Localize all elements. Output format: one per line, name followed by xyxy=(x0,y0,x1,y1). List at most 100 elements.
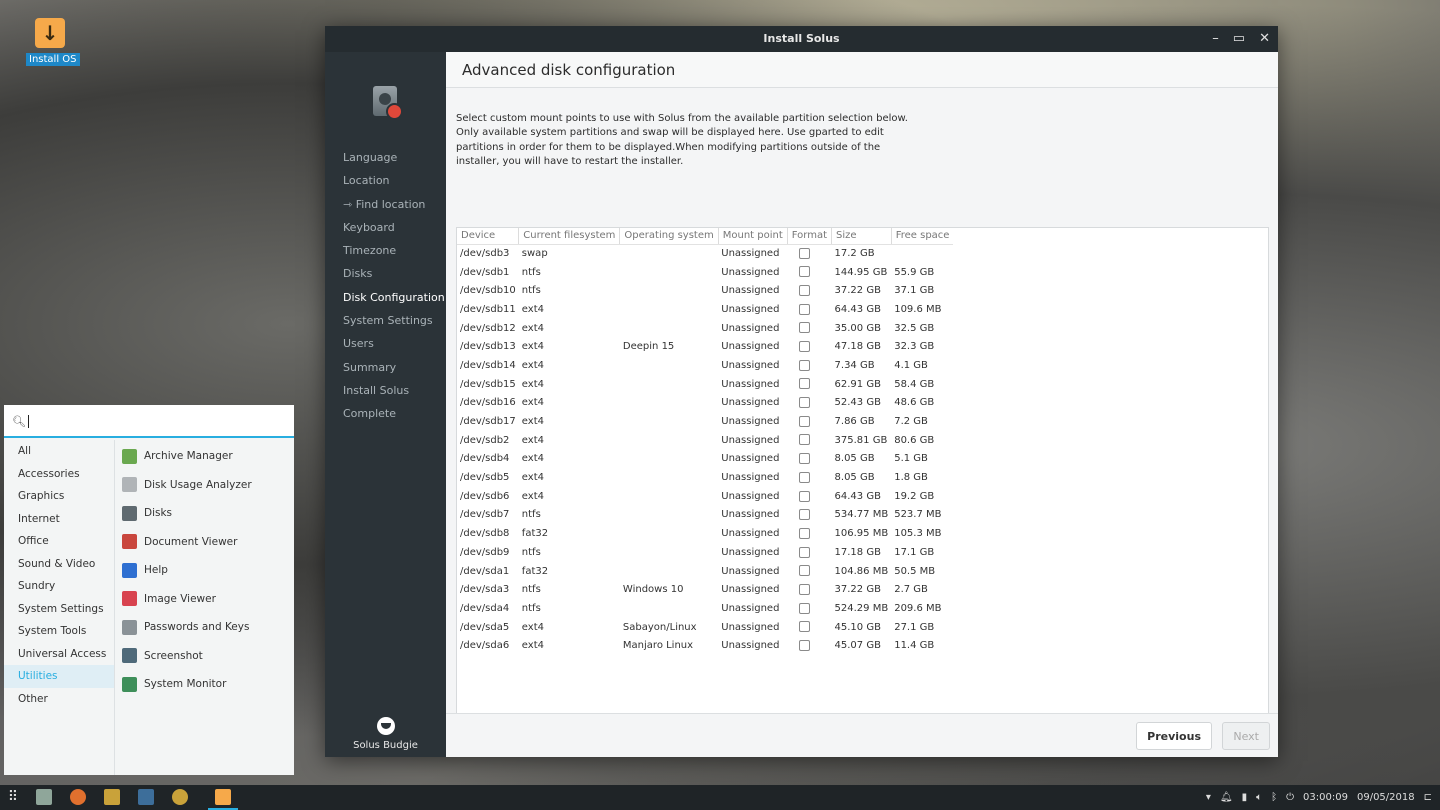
search-input[interactable] xyxy=(28,415,29,428)
menu-app-item[interactable]: Image Viewer xyxy=(122,585,252,614)
table-row[interactable]: /dev/sdb5 ext4 Unassigned 8.05 GB 1.8 GB xyxy=(457,468,953,487)
format-checkbox[interactable] xyxy=(799,583,811,595)
format-checkbox[interactable] xyxy=(799,378,811,390)
menu-app-item[interactable]: Passwords and Keys xyxy=(122,613,252,642)
table-row[interactable]: /dev/sdb8 fat32 Unassigned 106.95 MB 105.3 M… xyxy=(457,524,953,543)
format-checkbox[interactable] xyxy=(799,471,811,483)
table-row[interactable]: /dev/sdb11 ext4 Unassigned 64.43 GB 109.6 MB xyxy=(457,300,953,319)
menu-category[interactable]: Sound & Video xyxy=(4,553,114,576)
format-checkbox[interactable] xyxy=(799,415,811,427)
notification-icon[interactable]: 🔔︎ xyxy=(1220,792,1233,803)
mount-point-cell[interactable]: Unassigned xyxy=(718,636,787,655)
menu-category[interactable]: Graphics xyxy=(4,485,114,508)
mount-point-cell[interactable]: Unassigned xyxy=(718,562,787,581)
folder-icon[interactable] xyxy=(104,789,120,805)
power-icon[interactable]: ⏻ xyxy=(1286,792,1294,803)
format-checkbox[interactable] xyxy=(799,509,811,521)
table-row[interactable]: /dev/sdb17 ext4 Unassigned 7.86 GB 7.2 GB xyxy=(457,412,953,431)
menu-search[interactable]: 🔍︎ xyxy=(4,407,294,438)
minimize-button[interactable]: – xyxy=(1212,26,1219,52)
table-row[interactable]: /dev/sda3 ntfs Windows 10 Unassigned 37.22 G… xyxy=(457,580,953,599)
table-row[interactable]: /dev/sda4 ntfs Unassigned 524.29 MB 209.6 MB xyxy=(457,599,953,618)
format-checkbox[interactable] xyxy=(799,490,811,502)
table-row[interactable]: /dev/sdb4 ext4 Unassigned 8.05 GB 5.1 GB xyxy=(457,450,953,469)
menu-category[interactable]: Office xyxy=(4,530,114,553)
mount-point-cell[interactable]: Unassigned xyxy=(718,431,787,450)
mount-point-cell[interactable]: Unassigned xyxy=(718,356,787,375)
column-header[interactable]: Mount point xyxy=(718,228,788,245)
mount-point-cell[interactable]: Unassigned xyxy=(718,394,787,413)
maximize-button[interactable]: ▭ xyxy=(1233,26,1245,52)
table-row[interactable]: /dev/sdb7 ntfs Unassigned 534.77 MB 523.7 MB xyxy=(457,506,953,525)
firefox-icon[interactable] xyxy=(70,789,86,805)
menu-app-item[interactable]: Archive Manager xyxy=(122,442,252,471)
format-checkbox[interactable] xyxy=(799,621,811,633)
column-header[interactable]: Operating system xyxy=(619,228,719,245)
window-titlebar[interactable]: Install Solus – ▭ ✕ xyxy=(325,26,1278,52)
mount-point-cell[interactable]: Unassigned xyxy=(718,281,787,300)
mount-point-cell[interactable]: Unassigned xyxy=(718,337,787,356)
format-checkbox[interactable] xyxy=(799,640,811,652)
column-header[interactable]: Device xyxy=(457,228,520,245)
panel-toggle-icon[interactable]: ⊏ xyxy=(1424,792,1432,803)
rhythmbox-icon[interactable] xyxy=(172,789,188,805)
next-button[interactable]: Next xyxy=(1222,722,1270,750)
table-row[interactable]: /dev/sda6 ext4 Manjaro Linux Unassigned 45.0… xyxy=(457,636,953,655)
table-row[interactable]: /dev/sdb12 ext4 Unassigned 35.00 GB 32.5 GB xyxy=(457,319,953,338)
mount-point-cell[interactable]: Unassigned xyxy=(718,487,787,506)
mount-point-cell[interactable]: Unassigned xyxy=(718,300,787,319)
mount-point-cell[interactable]: Unassigned xyxy=(718,450,787,469)
table-row[interactable]: /dev/sdb1 ntfs Unassigned 144.95 GB 55.9 GB xyxy=(457,263,953,282)
files-icon[interactable] xyxy=(36,789,52,805)
volume-icon[interactable]: 🔈︎ xyxy=(1256,792,1262,803)
mount-point-cell[interactable]: Unassigned xyxy=(718,468,787,487)
mount-point-cell[interactable]: Unassigned xyxy=(718,412,787,431)
menu-app-item[interactable]: Help xyxy=(122,556,252,585)
media-player-icon[interactable] xyxy=(138,789,154,805)
table-row[interactable]: /dev/sda1 fat32 Unassigned 104.86 MB 50.5 MB xyxy=(457,562,953,581)
clock-time[interactable]: 03:00:09 xyxy=(1303,792,1348,803)
menu-app-item[interactable]: Document Viewer xyxy=(122,528,252,557)
menu-app-item[interactable]: System Monitor xyxy=(122,670,252,699)
format-checkbox[interactable] xyxy=(799,247,811,259)
format-checkbox[interactable] xyxy=(799,602,811,614)
table-row[interactable]: /dev/sdb15 ext4 Unassigned 62.91 GB 58.4 GB xyxy=(457,375,953,394)
table-row[interactable]: /dev/sdb9 ntfs Unassigned 17.18 GB 17.1 GB xyxy=(457,543,953,562)
menu-category[interactable]: Utilities xyxy=(4,665,114,688)
column-header[interactable]: Current filesystem xyxy=(518,228,621,245)
table-row[interactable]: /dev/sdb6 ext4 Unassigned 64.43 GB 19.2 GB xyxy=(457,487,953,506)
desktop-install-os[interactable]: ↓ Install OS xyxy=(26,18,80,66)
previous-button[interactable]: Previous xyxy=(1136,722,1212,750)
mount-point-cell[interactable]: Unassigned xyxy=(718,244,787,263)
menu-category[interactable]: System Tools xyxy=(4,620,114,643)
mount-point-cell[interactable]: Unassigned xyxy=(718,506,787,525)
mount-point-cell[interactable]: Unassigned xyxy=(718,618,787,637)
format-checkbox[interactable] xyxy=(799,341,811,353)
format-checkbox[interactable] xyxy=(799,359,811,371)
column-header[interactable]: Size xyxy=(831,228,892,245)
installer-taskbar-icon[interactable] xyxy=(215,789,231,805)
menu-category[interactable]: Accessories xyxy=(4,463,114,486)
table-row[interactable]: /dev/sdb14 ext4 Unassigned 7.34 GB 4.1 GB xyxy=(457,356,953,375)
menu-category[interactable]: Internet xyxy=(4,508,114,531)
mount-point-cell[interactable]: Unassigned xyxy=(718,263,787,282)
mount-point-cell[interactable]: Unassigned xyxy=(718,319,787,338)
format-checkbox[interactable] xyxy=(799,527,811,539)
mount-point-cell[interactable]: Unassigned xyxy=(718,599,787,618)
format-checkbox[interactable] xyxy=(799,397,811,409)
mount-point-cell[interactable]: Unassigned xyxy=(718,375,787,394)
partition-table-container[interactable]: Device Current filesystem Operating system… xyxy=(456,227,1269,715)
menu-app-item[interactable]: Disks xyxy=(122,499,252,528)
format-checkbox[interactable] xyxy=(799,284,811,296)
table-row[interactable]: /dev/sdb3 swap Unassigned 17.2 GB xyxy=(457,244,953,263)
format-checkbox[interactable] xyxy=(799,322,811,334)
mount-point-cell[interactable]: Unassigned xyxy=(718,580,787,599)
menu-category[interactable]: Universal Access xyxy=(4,643,114,666)
column-header[interactable]: Free space xyxy=(891,228,954,245)
app-grid-icon[interactable]: ⠿ xyxy=(4,788,22,806)
format-checkbox[interactable] xyxy=(799,434,811,446)
table-row[interactable]: /dev/sdb16 ext4 Unassigned 52.43 GB 48.6 GB xyxy=(457,394,953,413)
network-icon[interactable]: ▾ xyxy=(1206,792,1211,803)
clock-date[interactable]: 09/05/2018 xyxy=(1357,792,1415,803)
table-row[interactable]: /dev/sdb2 ext4 Unassigned 375.81 GB 80.6 GB xyxy=(457,431,953,450)
